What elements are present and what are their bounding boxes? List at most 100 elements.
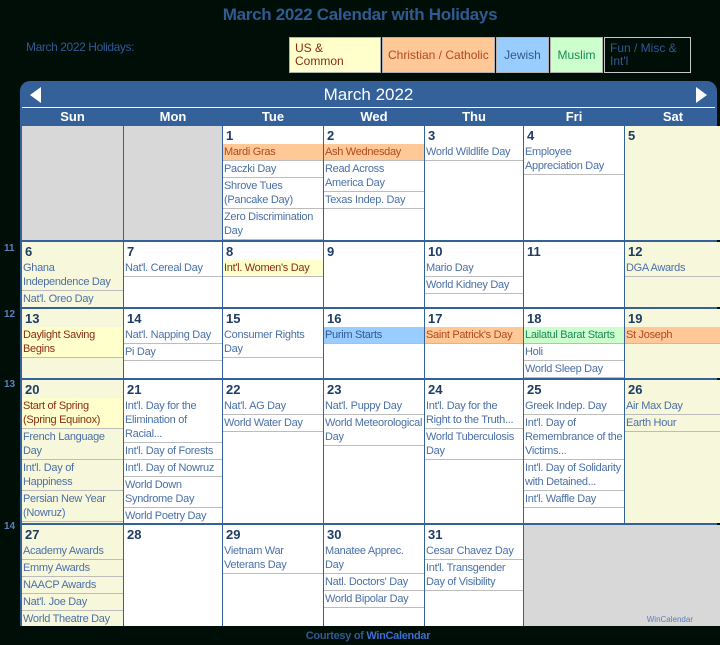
holiday-event[interactable]: Vietnam War Veterans Day: [223, 543, 323, 574]
day-cell-30[interactable]: 30 Manatee Apprec. Day Natl. Doctors' Day W…: [324, 525, 424, 626]
holiday-event[interactable]: Emmy Awards: [22, 560, 123, 577]
holiday-event[interactable]: Int'l. Waffle Day: [524, 491, 624, 508]
holiday-event[interactable]: NAACP Awards: [22, 577, 123, 594]
legend-muslim[interactable]: Muslim: [550, 37, 603, 73]
wincalendar-link[interactable]: WinCalendar: [366, 630, 430, 642]
day-cell-13[interactable]: 13 Daylight Saving Begins: [22, 309, 123, 378]
holiday-event[interactable]: World Meteorological Day: [324, 415, 424, 446]
holiday-event[interactable]: Start of Spring (Spring Equinox): [22, 398, 123, 429]
holiday-event[interactable]: Persian New Year (Nowruz): [22, 491, 123, 522]
holiday-event[interactable]: Int'l. Day of Remembrance of the Victims…: [524, 415, 624, 460]
prev-month-arrow-icon[interactable]: [30, 87, 41, 103]
holiday-event[interactable]: DGA Awards: [625, 260, 720, 277]
day-cell-17[interactable]: 17 Saint Patrick's Day: [425, 309, 523, 378]
holiday-event[interactable]: Academy Awards: [22, 543, 123, 560]
day-cell-26[interactable]: 26 Air Max Day Earth Hour: [625, 380, 720, 523]
day-number: 12: [628, 244, 643, 259]
day-cell-15[interactable]: 15 Consumer Rights Day: [223, 309, 323, 378]
holiday-event[interactable]: Int'l. Women's Day: [223, 260, 323, 277]
day-cell-23[interactable]: 23 Nat'l. Puppy Day World Meteorological D…: [324, 380, 424, 523]
day-cell-7[interactable]: 7 Nat'l. Cereal Day: [124, 242, 222, 307]
day-cell-20[interactable]: 20 Start of Spring (Spring Equinox) French…: [22, 380, 123, 523]
holiday-event[interactable]: Int'l. Day for the Elimination of Racial…: [124, 398, 222, 443]
holiday-event[interactable]: World Poetry Day: [124, 508, 222, 523]
holiday-event[interactable]: World Bipolar Day: [324, 591, 424, 608]
holiday-event[interactable]: World Tuberculosis Day: [425, 429, 523, 460]
day-cell-9[interactable]: 9: [324, 242, 424, 307]
legend-jewish[interactable]: Jewish: [496, 37, 549, 73]
holiday-event[interactable]: Zero Discrimination Day: [223, 209, 323, 240]
holiday-event[interactable]: Mario Day: [425, 260, 523, 277]
day-cell-1[interactable]: 1 Mardi Gras Paczki Day Shrove Tues (Pancak…: [223, 126, 323, 240]
legend-us-common[interactable]: US & Common: [289, 37, 381, 73]
holiday-event[interactable]: Nat'l. Cereal Day: [124, 260, 222, 277]
holiday-event[interactable]: Nat'l. Napping Day: [124, 327, 222, 344]
holiday-event[interactable]: Int'l. Day of Happiness: [22, 460, 123, 491]
day-cell-25[interactable]: 25 Greek Indep. Day Int'l. Day of Remembra…: [524, 380, 624, 523]
day-cell-10[interactable]: 10 Mario Day World Kidney Day: [425, 242, 523, 307]
holiday-event[interactable]: Lailatul Barat Starts: [524, 327, 624, 344]
day-cell-21[interactable]: 21 Int'l. Day for the Elimination of Raci…: [124, 380, 222, 523]
holiday-event[interactable]: Read Across America Day: [324, 161, 424, 192]
holiday-event[interactable]: Int'l. Day of Solidarity with Detained..…: [524, 460, 624, 491]
holiday-event[interactable]: World Theatre Day: [22, 611, 123, 626]
holiday-event[interactable]: Employee Appreciation Day: [524, 144, 624, 175]
holiday-event[interactable]: Nat'l. Oreo Day: [22, 291, 123, 307]
holiday-event[interactable]: Holi: [524, 344, 624, 361]
day-number: 1: [226, 128, 234, 143]
day-cell-22[interactable]: 22 Nat'l. AG Day World Water Day: [223, 380, 323, 523]
holiday-event[interactable]: St Joseph: [625, 327, 720, 344]
day-cell-2[interactable]: 2 Ash Wednesday Read Across America Day Tex…: [324, 126, 424, 240]
holiday-event[interactable]: Manatee Apprec. Day: [324, 543, 424, 574]
holiday-event[interactable]: Cesar Chavez Day: [425, 543, 523, 560]
next-month-arrow-icon[interactable]: [696, 87, 707, 103]
holiday-event[interactable]: Nat'l. AG Day: [223, 398, 323, 415]
holiday-event[interactable]: Mardi Gras: [223, 144, 323, 161]
day-cell-11[interactable]: 11: [524, 242, 624, 307]
day-cell-27[interactable]: 27 Academy Awards Emmy Awards NAACP Awards N…: [22, 525, 123, 626]
holiday-event[interactable]: Consumer Rights Day: [223, 327, 323, 358]
holiday-event[interactable]: Pi Day: [124, 344, 222, 361]
holiday-event[interactable]: Earth Hour: [625, 415, 720, 432]
day-cell-4[interactable]: 4 Employee Appreciation Day: [524, 126, 624, 240]
holiday-event[interactable]: Paczki Day: [223, 161, 323, 178]
holiday-event[interactable]: Nat'l. Joe Day: [22, 594, 123, 611]
day-cell-3[interactable]: 3 World Wildlife Day: [425, 126, 523, 240]
legend-fun-misc-intl[interactable]: Fun / Misc & Int'l: [604, 37, 691, 73]
holiday-event[interactable]: French Language Day: [22, 429, 123, 460]
holiday-event[interactable]: Texas Indep. Day: [324, 192, 424, 209]
holiday-event[interactable]: World Down Syndrome Day: [124, 477, 222, 508]
day-cell-19[interactable]: 19 St Joseph: [625, 309, 720, 378]
day-cell-6[interactable]: 6 Ghana Independence Day Nat'l. Oreo Day: [22, 242, 123, 307]
holiday-event[interactable]: Ghana Independence Day: [22, 260, 123, 291]
day-cell-24[interactable]: 24 Int'l. Day for the Right to the Truth.…: [425, 380, 523, 523]
holiday-event[interactable]: Int'l. Day of Nowruz: [124, 460, 222, 477]
day-number: 3: [428, 128, 436, 143]
day-cell-29[interactable]: 29 Vietnam War Veterans Day: [223, 525, 323, 626]
holiday-event[interactable]: Shrove Tues (Pancake Day): [223, 178, 323, 209]
legend-christian-catholic[interactable]: Christian / Catholic: [382, 37, 495, 73]
holiday-event[interactable]: World Wildlife Day: [425, 144, 523, 161]
holiday-event[interactable]: Nat'l. Puppy Day: [324, 398, 424, 415]
day-cell-16[interactable]: 16 Purim Starts: [324, 309, 424, 378]
day-cell-5[interactable]: 5: [625, 126, 720, 240]
day-cell-28[interactable]: 28: [124, 525, 222, 626]
holiday-event[interactable]: World Water Day: [223, 415, 323, 432]
holiday-event[interactable]: Saint Patrick's Day: [425, 327, 523, 344]
holiday-event[interactable]: Daylight Saving Begins: [22, 327, 123, 358]
holiday-event[interactable]: Ash Wednesday: [324, 144, 424, 161]
holiday-event[interactable]: Greek Indep. Day: [524, 398, 624, 415]
holiday-event[interactable]: Int'l. Transgender Day of Visibility: [425, 560, 523, 591]
day-cell-14[interactable]: 14 Nat'l. Napping Day Pi Day: [124, 309, 222, 378]
day-cell-31[interactable]: 31 Cesar Chavez Day Int'l. Transgender Day…: [425, 525, 523, 626]
day-cell-12[interactable]: 12 DGA Awards: [625, 242, 720, 307]
holiday-event[interactable]: Int'l. Day of Forests: [124, 443, 222, 460]
day-cell-18[interactable]: 18 Lailatul Barat Starts Holi World Sleep D…: [524, 309, 624, 378]
holiday-event[interactable]: Air Max Day: [625, 398, 720, 415]
holiday-event[interactable]: Int'l. Day for the Right to the Truth...: [425, 398, 523, 429]
holiday-event[interactable]: Natl. Doctors' Day: [324, 574, 424, 591]
holiday-event[interactable]: Purim Starts: [324, 327, 424, 344]
holiday-event[interactable]: World Kidney Day: [425, 277, 523, 294]
day-cell-8[interactable]: 8 Int'l. Women's Day: [223, 242, 323, 307]
holiday-event[interactable]: World Sleep Day: [524, 361, 624, 378]
